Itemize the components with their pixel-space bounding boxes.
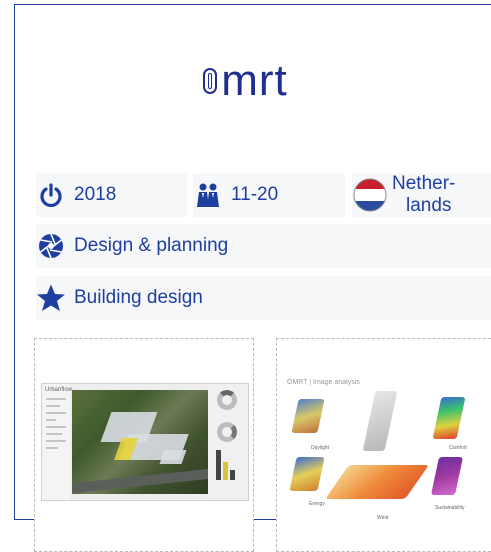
app-sidebar: Urbanflow: [42, 384, 73, 500]
logo-text: mrt: [221, 56, 288, 105]
service-label: Building design: [74, 287, 203, 308]
logo-o-glyph: [203, 68, 218, 94]
analysis-label-sustainability: Sustainability: [435, 505, 465, 511]
aperture-icon: [36, 231, 66, 261]
year-founded: 2018: [36, 173, 187, 217]
country-line-1: Nether-: [392, 173, 456, 194]
service: Building design: [36, 276, 491, 320]
gallery-thumbnail-1[interactable]: Urbanflow: [34, 338, 254, 552]
company-logo: mrt: [0, 56, 491, 106]
analysis-label-wind: Wind: [377, 515, 389, 521]
year-value: 2018: [74, 184, 117, 205]
category: Design & planning: [36, 224, 491, 268]
app-metrics-panel: [208, 384, 248, 500]
app-title: Urbanflow: [45, 387, 73, 393]
country-line-2: lands: [406, 195, 452, 216]
country: Nether-lands: [352, 173, 491, 217]
power-icon: [36, 180, 66, 210]
netherlands-flag-icon: [352, 177, 388, 213]
aerial-view-image: [72, 390, 210, 494]
people-icon: [193, 180, 223, 210]
analysis-label-comfort: Comfort: [449, 445, 467, 451]
country-value: Nether-lands: [392, 173, 455, 217]
analysis-label-energy: Energy: [309, 501, 325, 507]
app-screenshot: Urbanflow: [41, 383, 249, 501]
gallery-thumbnail-2[interactable]: OMRT | Image analysis Daylight Comfort E…: [276, 338, 491, 552]
analysis-label-daylight: Daylight: [311, 445, 330, 451]
star-icon: [36, 283, 66, 313]
category-label: Design & planning: [74, 235, 229, 256]
analysis-title: OMRT | Image analysis: [287, 379, 360, 386]
team-size-value: 11-20: [231, 184, 279, 205]
team-size: 11-20: [193, 173, 345, 217]
